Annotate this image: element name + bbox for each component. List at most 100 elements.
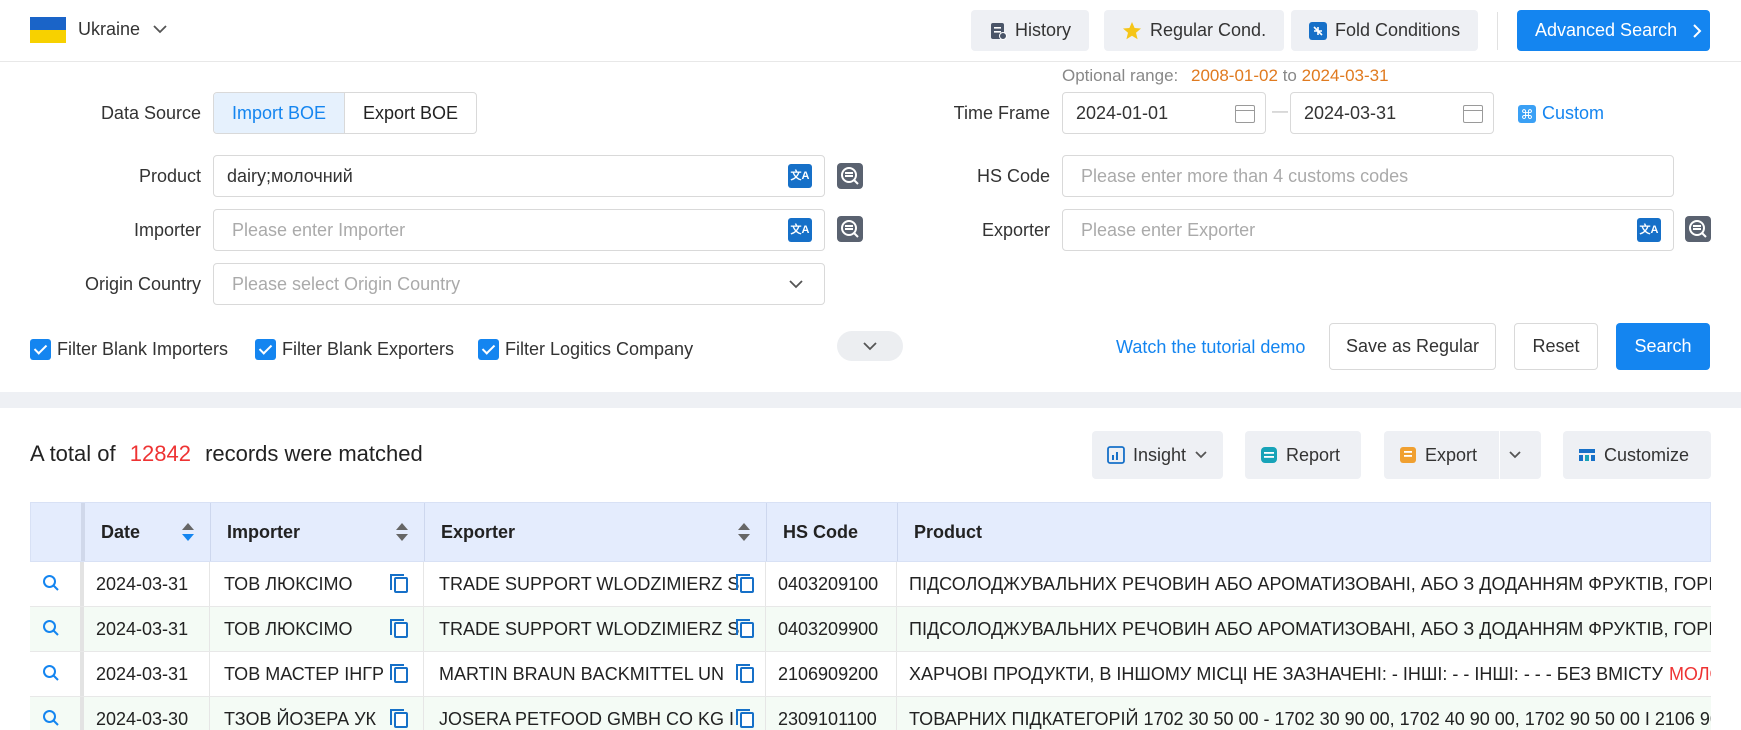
importer-value: ТЗОВ ЙОЗЕРА УК xyxy=(224,708,377,729)
customize-button[interactable]: Customize xyxy=(1563,431,1711,479)
keyword-filter-icon[interactable] xyxy=(837,216,863,242)
report-icon xyxy=(1261,447,1277,463)
tutorial-demo-link[interactable]: Watch the tutorial demo xyxy=(1116,337,1305,358)
row-action-cell xyxy=(30,697,84,730)
translate-icon[interactable]: 文A xyxy=(788,164,812,188)
custom-label: Custom xyxy=(1542,103,1605,123)
search-button[interactable]: Search xyxy=(1616,323,1710,370)
header-action-col xyxy=(31,503,85,561)
date-from-field[interactable]: 2024-01-01 xyxy=(1062,92,1266,134)
keyword-filter-icon[interactable] xyxy=(837,163,863,189)
exporter-value: MARTIN BRAUN BACKMITTEL UN xyxy=(439,663,725,684)
date-to-field[interactable]: 2024-03-31 xyxy=(1290,92,1494,134)
header-exporter-label: Exporter xyxy=(441,521,516,542)
search-icon[interactable] xyxy=(42,619,60,637)
fold-conditions-button[interactable]: Fold Conditions xyxy=(1291,10,1479,51)
calendar-icon xyxy=(1235,105,1255,123)
table-row[interactable]: 2024-03-30 ТЗОВ ЙОЗЕРА УК JOSERA PETFOOD… xyxy=(30,697,1711,730)
header-product-label: Product xyxy=(914,521,983,542)
importer-cell: ТЗОВ ЙОЗЕРА УК xyxy=(210,697,424,730)
report-button[interactable]: Report xyxy=(1245,431,1361,479)
date-to-value: 2024-03-31 xyxy=(1304,102,1397,123)
table-row[interactable]: 2024-03-31 ТОВ МАСТЕР ІНГР MARTIN BRAUN … xyxy=(30,652,1711,697)
expand-filters-button[interactable] xyxy=(837,331,903,361)
copy-icon[interactable] xyxy=(390,664,408,683)
chevron-down-icon[interactable] xyxy=(1508,449,1522,461)
star-icon xyxy=(1123,21,1141,39)
importer-input[interactable]: Please enter Importer 文A xyxy=(213,209,825,251)
table-row[interactable]: 2024-03-31 ТОВ ЛЮКСІМО TRADE SUPPORT WLO… xyxy=(30,607,1711,652)
product-value: ПІДСОЛОДЖУВАЛЬНИХ РЕЧОВИН АБО АРОМАТИЗОВ… xyxy=(909,573,1711,594)
export-button[interactable]: Export xyxy=(1384,431,1541,479)
results-prefix: A total of xyxy=(30,441,116,466)
filter-logistics-checkbox[interactable] xyxy=(478,339,499,360)
header-importer-label: Importer xyxy=(227,521,301,542)
copy-icon[interactable] xyxy=(736,709,754,728)
copy-icon[interactable] xyxy=(736,619,754,638)
importer-cell: ТОВ ЛЮКСІМО xyxy=(210,562,424,606)
data-source-label: Data Source xyxy=(100,103,201,123)
sort-icon[interactable] xyxy=(396,523,408,541)
copy-icon[interactable] xyxy=(390,574,408,593)
customize-label: Customize xyxy=(1604,444,1690,465)
chevron-down-icon[interactable] xyxy=(152,21,168,37)
translate-icon[interactable]: 文A xyxy=(1637,218,1661,242)
fold-icon xyxy=(1309,21,1327,40)
exporter-value: TRADE SUPPORT WLODZIMIERZ S xyxy=(439,573,740,594)
optional-range-from: 2008-01-02 xyxy=(1190,66,1278,85)
optional-range-to: 2024-03-31 xyxy=(1301,66,1389,85)
svg-text:⌘: ⌘ xyxy=(1521,108,1534,123)
chevron-down-icon xyxy=(789,280,803,289)
country-selector[interactable]: Ukraine xyxy=(78,19,140,40)
regular-cond-button[interactable]: Regular Cond. xyxy=(1104,10,1285,51)
origin-country-select[interactable]: Please select Origin Country xyxy=(213,263,825,305)
save-as-regular-button[interactable]: Save as Regular xyxy=(1329,323,1496,370)
copy-icon[interactable] xyxy=(390,709,408,728)
keyword-filter-icon[interactable] xyxy=(1685,216,1711,242)
custom-range-button[interactable]: ⌘ Custom xyxy=(1518,103,1604,124)
copy-icon[interactable] xyxy=(390,619,408,638)
table-row[interactable]: 2024-03-31 ТОВ ЛЮКСІМО TRADE SUPPORT WLO… xyxy=(30,562,1711,607)
sort-icon[interactable] xyxy=(738,523,750,541)
exporter-value: JOSERA PETFOOD GMBH CO KG I xyxy=(439,708,735,729)
history-icon xyxy=(991,22,1007,40)
copy-icon[interactable] xyxy=(736,574,754,593)
product-value: ХАРЧОВІ ПРОДУКТИ, В ІНШОМУ МІСЦІ НЕ ЗАЗН… xyxy=(909,663,1663,684)
search-icon[interactable] xyxy=(42,574,60,592)
copy-icon[interactable] xyxy=(736,664,754,683)
row-action-cell xyxy=(30,652,84,696)
filter-blank-importers-label: Filter Blank Importers xyxy=(57,339,229,359)
reset-button[interactable]: Reset xyxy=(1514,323,1598,370)
split-divider xyxy=(1499,431,1501,479)
optional-range: Optional range: 2008-01-02 to 2024-03-31 xyxy=(1062,66,1389,86)
filter-blank-exporters-checkbox[interactable] xyxy=(255,339,276,360)
product-keyword-highlight: МОЛОЧНИХ xyxy=(1668,663,1711,684)
header-exporter[interactable]: Exporter xyxy=(425,503,767,561)
filter-blank-importers-checkbox[interactable] xyxy=(30,339,51,360)
calendar-icon xyxy=(1463,105,1483,123)
sort-icon[interactable] xyxy=(182,523,194,541)
search-icon[interactable] xyxy=(42,664,60,682)
translate-icon[interactable]: 文A xyxy=(788,218,812,242)
hs-code-label: HS Code xyxy=(976,166,1050,186)
section-divider xyxy=(0,392,1741,408)
product-value: dairy;молочний xyxy=(227,165,353,186)
chevron-down-icon xyxy=(863,342,877,351)
exporter-value: TRADE SUPPORT WLODZIMIERZ S xyxy=(439,618,740,639)
product-input[interactable]: dairy;молочний 文A xyxy=(213,155,825,197)
exporter-cell: TRADE SUPPORT WLODZIMIERZ S xyxy=(424,607,766,651)
exporter-input[interactable]: Please enter Exporter 文A xyxy=(1062,209,1674,251)
time-frame-label: Time Frame xyxy=(953,103,1050,123)
hs-code-input[interactable]: Please enter more than 4 customs codes xyxy=(1062,155,1674,197)
search-icon[interactable] xyxy=(42,709,60,727)
export-boe-option[interactable]: Export BOE xyxy=(345,93,476,133)
hs-code-cell: 2309101100 xyxy=(766,697,897,730)
date-separator: — xyxy=(1272,103,1288,120)
insight-button[interactable]: Insight xyxy=(1092,431,1223,479)
header-importer[interactable]: Importer xyxy=(211,503,425,561)
date-from-value: 2024-01-01 xyxy=(1076,102,1169,123)
import-boe-option[interactable]: Import BOE xyxy=(214,93,346,133)
header-date[interactable]: Date xyxy=(85,503,211,561)
advanced-search-button[interactable]: Advanced Search xyxy=(1517,10,1710,51)
history-button[interactable]: History xyxy=(971,10,1090,51)
